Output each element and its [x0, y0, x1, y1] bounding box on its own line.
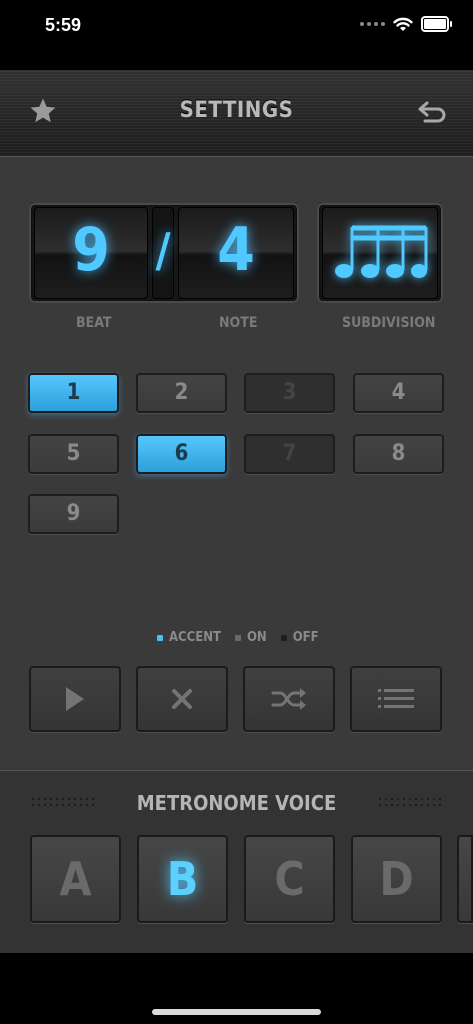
legend-off: OFF — [280, 630, 319, 645]
shuffle-button[interactable] — [243, 666, 335, 732]
beat-button-2[interactable]: 2 — [136, 373, 227, 413]
accent-dot-icon — [157, 634, 163, 641]
shuffle-icon — [271, 688, 306, 710]
subdivision-label: SUBDIVISION — [342, 315, 436, 331]
beat-button-9[interactable]: 9 — [28, 494, 119, 534]
speaker-grill-right — [377, 796, 443, 808]
voice-option-a[interactable]: A — [30, 835, 121, 923]
beat-button-8[interactable]: 8 — [353, 434, 444, 474]
status-icons — [360, 16, 452, 32]
signal-icon — [360, 22, 385, 26]
list-icon — [378, 689, 414, 708]
note-label: NOTE — [219, 315, 258, 331]
home-indicator[interactable] — [152, 1009, 321, 1015]
voice-option-c[interactable]: C — [244, 835, 335, 923]
nav-bar: SETTINGS — [0, 70, 473, 157]
off-dot-icon — [280, 634, 287, 641]
legend-accent-label: ACCENT — [169, 630, 221, 645]
voice-option-b[interactable]: B — [137, 835, 228, 923]
battery-icon — [421, 16, 452, 32]
clear-button[interactable] — [136, 666, 228, 732]
voice-option-d[interactable]: D — [351, 835, 442, 923]
beat-button-7[interactable]: 7 — [244, 434, 335, 474]
pattern-list-button[interactable] — [350, 666, 442, 732]
time-signature-display: 9 / 4 — [29, 203, 299, 303]
sixteenth-notes-icon — [335, 225, 428, 278]
separator: / — [152, 207, 174, 299]
play-button[interactable] — [29, 666, 121, 732]
legend-on-label: ON — [246, 630, 267, 645]
legend-accent: ACCENT — [157, 630, 221, 645]
page-title: SETTINGS — [179, 98, 294, 123]
clear-icon — [172, 689, 192, 709]
metronome-voice-panel: METRONOME VOICE A B C D — [0, 770, 473, 953]
wifi-icon — [393, 17, 413, 31]
beat-button-4[interactable]: 4 — [353, 373, 444, 413]
beat-legend: ACCENT ON OFF — [157, 630, 319, 645]
legend-on: ON — [234, 630, 267, 645]
back-icon[interactable] — [417, 100, 447, 124]
voice-option-next-partial[interactable] — [457, 835, 473, 923]
beat-value: 9 — [72, 215, 110, 285]
legend-off-label: OFF — [292, 630, 319, 645]
beat-button-3[interactable]: 3 — [244, 373, 335, 413]
beat-button-1[interactable]: 1 — [28, 373, 119, 413]
beat-label: BEAT — [76, 315, 112, 331]
subdivision-selector[interactable] — [322, 207, 438, 299]
note-value: 4 — [217, 215, 255, 285]
on-dot-icon — [234, 634, 241, 641]
separator-text: / — [155, 223, 171, 277]
note-selector[interactable]: 4 — [178, 207, 294, 299]
play-icon — [66, 687, 84, 711]
settings-panel: 9 / 4 BEAT NOTE SUBDIVISION 1 2 3 4 5 6 … — [0, 157, 473, 770]
status-time: 5:59 — [45, 15, 82, 35]
subdivision-display — [317, 203, 443, 303]
status-bar: 5:59 — [0, 0, 473, 52]
beat-button-6[interactable]: 6 — [136, 434, 227, 474]
beat-selector[interactable]: 9 — [34, 207, 148, 299]
beat-button-5[interactable]: 5 — [28, 434, 119, 474]
